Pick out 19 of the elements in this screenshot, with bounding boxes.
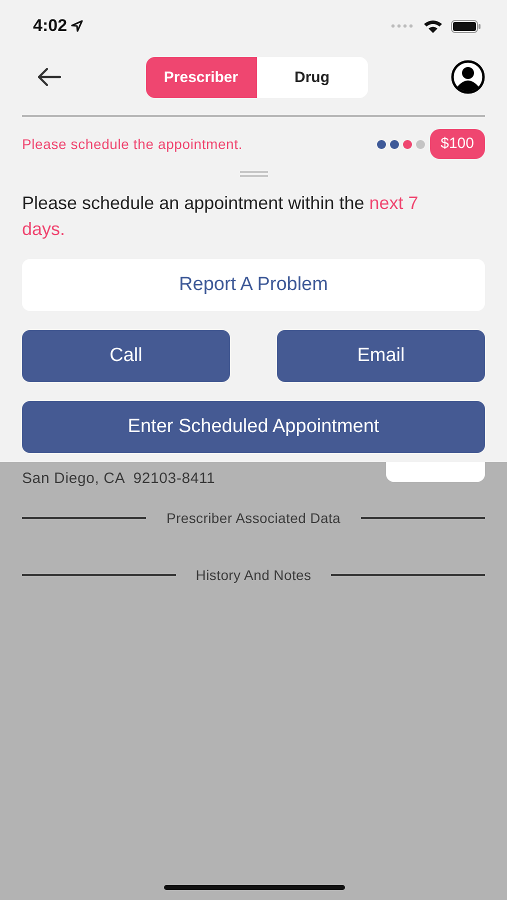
notice-text: Please schedule the appointment.: [22, 136, 244, 152]
signal-icon: [391, 24, 415, 28]
action-button[interactable]: Email: [277, 330, 485, 382]
drag-handle[interactable]: [240, 171, 268, 177]
segment-tab[interactable]: Prescriber: [146, 56, 256, 98]
location-icon: [71, 20, 84, 32]
wifi-icon: [423, 19, 443, 33]
action-button[interactable]: Enter Scheduled Appointment: [22, 401, 485, 453]
profile-icon[interactable]: [451, 60, 485, 94]
status-time: 4:02: [33, 16, 68, 36]
price-badge: $100: [430, 129, 485, 159]
section-title: History And Notes: [196, 567, 312, 583]
report-button[interactable]: Report A Problem: [22, 259, 485, 311]
instruction-text: Please schedule an appointment within the next 7 days.: [22, 192, 420, 241]
back-arrow-icon[interactable]: [36, 67, 62, 87]
battery-icon: [451, 20, 481, 32]
section-title: Prescriber Associated Data: [166, 510, 341, 526]
address-line: San Diego, CA 92103-8411: [22, 469, 216, 488]
action-button[interactable]: Call: [22, 330, 230, 382]
